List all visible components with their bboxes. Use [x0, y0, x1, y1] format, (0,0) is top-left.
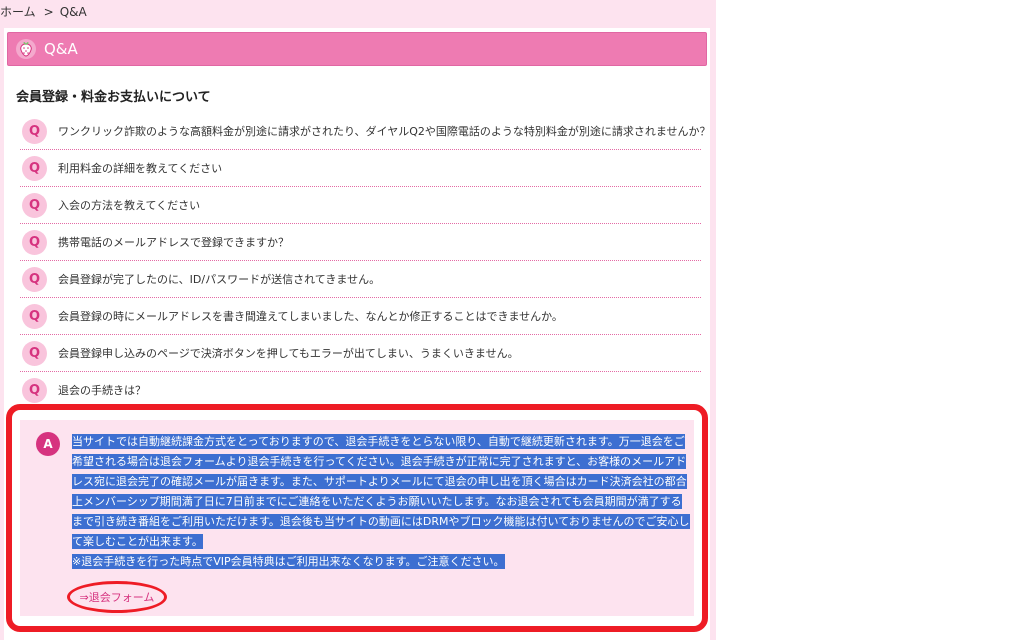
faq-question[interactable]: Q 会員登録の時にメールアドレスを書き間違えてしまいました、なんとか修正すること…	[20, 298, 701, 335]
faq-list: Q ワンクリック詐欺のような高額料金が別途に請求がされたり、ダイヤルQ2や国際電…	[20, 113, 711, 408]
faq-question[interactable]: Q ワンクリック詐欺のような高額料金が別途に請求がされたり、ダイヤルQ2や国際電…	[20, 113, 711, 150]
page-title: Q&A	[44, 40, 78, 58]
answer-highlight-annotation: A 当サイトでは自動継続課金方式をとっておりますので、退会手続きをとらない限り、…	[6, 404, 708, 632]
faq-question[interactable]: Q 携帯電話のメールアドレスで登録できますか？	[20, 224, 701, 261]
q-badge-icon: Q	[22, 303, 47, 329]
answer-body: 当サイトでは自動継続課金方式をとっておりますので、退会手続きをとらない限り、自動…	[72, 434, 690, 549]
q-badge-icon: Q	[22, 118, 47, 144]
q-badge-icon: Q	[22, 377, 47, 403]
faq-question-text: 退会の手続きは？	[58, 384, 146, 397]
answer-text: 当サイトでは自動継続課金方式をとっておりますので、退会手続きをとらない限り、自動…	[72, 432, 692, 572]
faq-question[interactable]: Q 入会の方法を教えてください	[20, 187, 701, 224]
strawberry-icon	[14, 37, 38, 61]
faq-question[interactable]: Q 利用料金の詳細を教えてください	[20, 150, 701, 187]
link-circle-annotation: ⇒退会フォーム	[67, 581, 167, 613]
q-badge-icon: Q	[22, 192, 47, 218]
faq-question-text: 利用料金の詳細を教えてください	[58, 162, 223, 175]
faq-question-text: 携帯電話のメールアドレスで登録できますか？	[58, 236, 289, 249]
answer-note: ※退会手続きを行った時点でVIP会員特典はご利用出来なくなります。ご注意ください…	[72, 554, 505, 569]
faq-question-text: ワンクリック詐欺のような高額料金が別途に請求がされたり、ダイヤルQ2や国際電話の…	[58, 125, 711, 138]
q-badge-icon: Q	[22, 266, 47, 292]
q-badge-icon: Q	[22, 229, 47, 255]
faq-question[interactable]: Q 会員登録が完了したのに、ID/パスワードが送信されてきません。	[20, 261, 701, 298]
faq-question-text: 会員登録申し込みのページで決済ボタンを押してもエラーが出てしまい、うまくいきませ…	[58, 347, 519, 360]
faq-question-text: 会員登録が完了したのに、ID/パスワードが送信されてきません。	[58, 273, 381, 286]
qa-header-bar: Q&A	[7, 32, 707, 66]
breadcrumb-home-link[interactable]: ホーム	[0, 5, 36, 19]
faq-question-text: 会員登録の時にメールアドレスを書き間違えてしまいました、なんとか修正することはで…	[58, 310, 563, 323]
faq-question-withdrawal[interactable]: Q 退会の手続きは？	[20, 372, 701, 408]
faq-question[interactable]: Q 会員登録申し込みのページで決済ボタンを押してもエラーが出てしまい、うまくいき…	[20, 335, 701, 372]
withdrawal-form-link[interactable]: ⇒退会フォーム	[80, 589, 155, 605]
faq-question-text: 入会の方法を教えてください	[58, 199, 201, 212]
page-wrapper: ホーム > Q&A Q&A 会員登録・料金お支払いについて Q ワンクリック詐欺…	[0, 0, 716, 640]
breadcrumb-separator: >	[43, 5, 54, 19]
answer-panel: A 当サイトでは自動継続課金方式をとっておりますので、退会手続きをとらない限り、…	[20, 420, 694, 616]
q-badge-icon: Q	[22, 340, 47, 366]
section-title: 会員登録・料金お支払いについて	[16, 90, 211, 105]
breadcrumb-current: Q&A	[59, 5, 87, 19]
q-badge-icon: Q	[22, 155, 47, 181]
a-badge-icon: A	[36, 432, 60, 456]
breadcrumb: ホーム > Q&A	[0, 3, 87, 20]
